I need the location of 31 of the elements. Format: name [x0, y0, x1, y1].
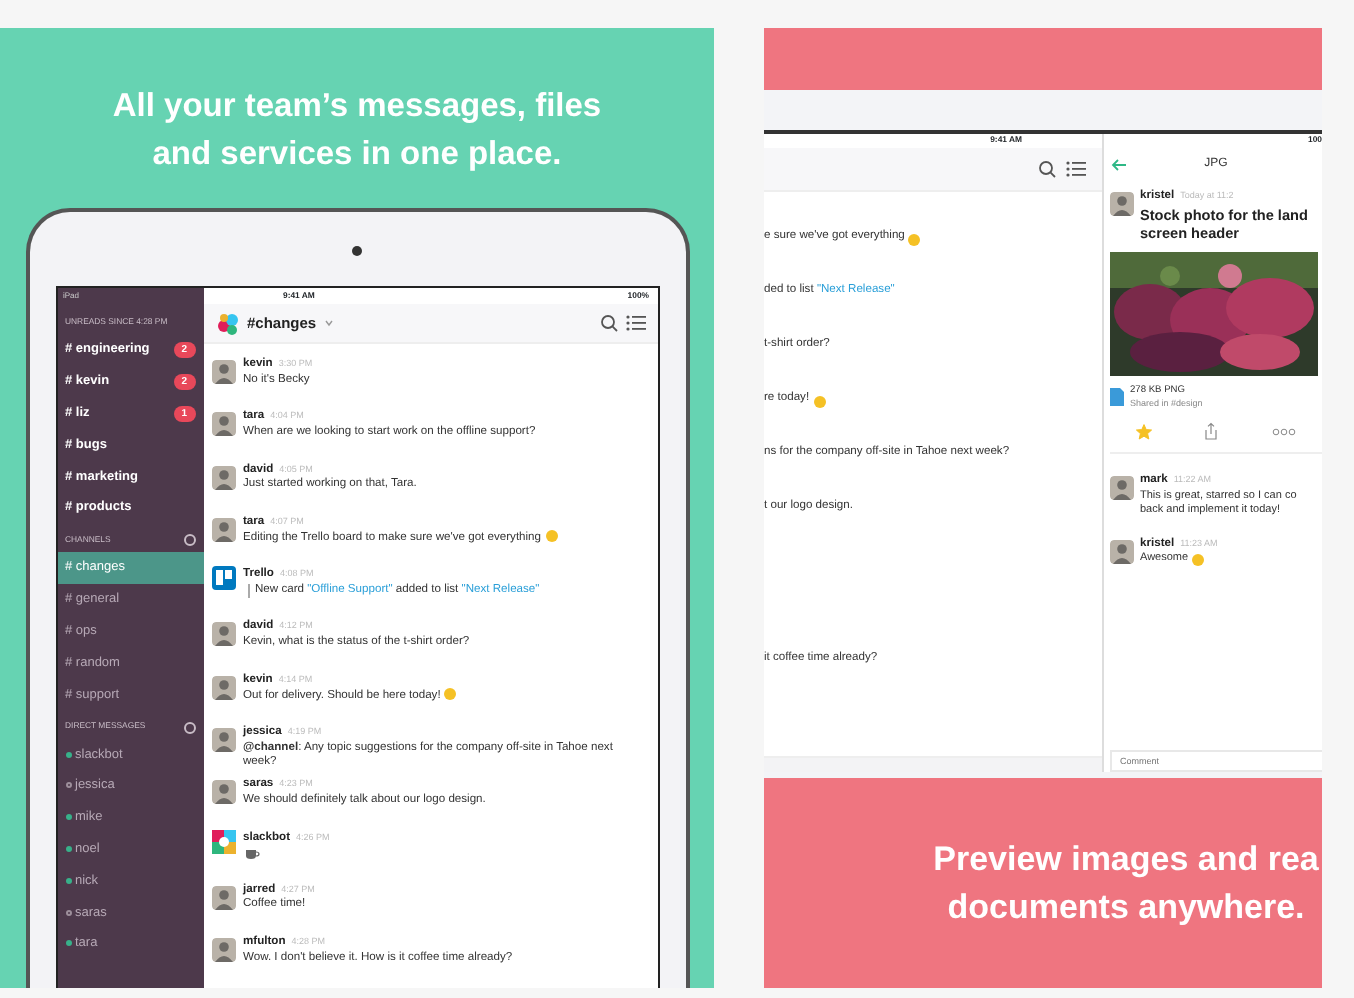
avatar — [211, 938, 235, 963]
list-icon — [1066, 160, 1086, 178]
avatar — [211, 360, 235, 384]
avatar — [1110, 192, 1134, 216]
coffee-cup-icon — [243, 846, 259, 861]
headline: All your team’s messages, files and services in one place. — [110, 86, 604, 176]
avatar — [211, 465, 235, 490]
avatar — [211, 675, 235, 700]
more-icon[interactable] — [1271, 427, 1296, 436]
avatar — [1110, 476, 1134, 501]
avatar — [211, 517, 235, 542]
board-icon — [211, 566, 235, 591]
bot-avatar-icon — [211, 829, 235, 854]
headline: documents anywhere. — [945, 886, 1307, 930]
search-icon — [1038, 160, 1056, 178]
avatar — [211, 622, 235, 647]
headline: Preview images and rea — [931, 838, 1321, 882]
share-icon[interactable] — [1204, 422, 1219, 441]
camera-icon — [352, 246, 362, 256]
avatar — [1110, 539, 1134, 564]
back-arrow-icon — [1110, 157, 1128, 171]
star-icon[interactable] — [1136, 423, 1153, 440]
avatar — [211, 728, 235, 753]
caret-icon — [324, 318, 335, 328]
document-icon — [1110, 388, 1124, 407]
avatar — [211, 780, 235, 805]
app-logo-icon — [215, 311, 239, 335]
list-icon — [625, 314, 645, 332]
search-icon — [599, 314, 617, 332]
avatar — [211, 412, 235, 437]
avatar — [211, 885, 235, 910]
